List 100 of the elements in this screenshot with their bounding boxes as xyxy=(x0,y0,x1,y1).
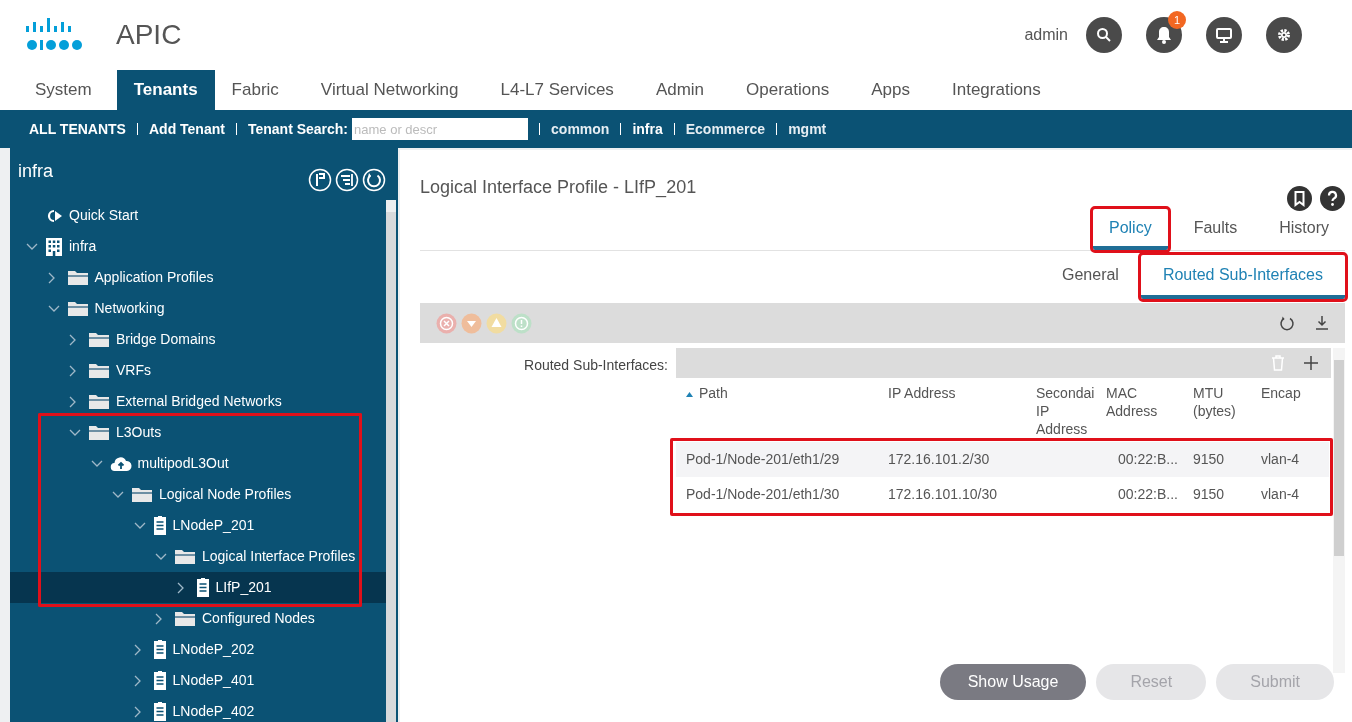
tree-item[interactable]: Application Profiles xyxy=(10,262,386,293)
document-icon xyxy=(195,577,210,598)
nav-tab[interactable]: L4-L7 Services xyxy=(483,70,631,110)
scrollbar[interactable] xyxy=(1333,348,1345,673)
notifications-button[interactable] xyxy=(1146,17,1182,53)
table-cell-text: 172.16.101.2/30 xyxy=(887,450,991,469)
chevron-right-icon[interactable] xyxy=(69,395,77,408)
user-name[interactable]: admin xyxy=(1024,23,1068,47)
tree-item[interactable]: multipodL3Out xyxy=(10,448,386,479)
column-header[interactable]: IP Address xyxy=(878,384,1026,442)
field-label: Routed Sub-Interfaces: xyxy=(524,356,668,372)
search-label: Tenant Search: xyxy=(247,119,349,139)
tree-item[interactable]: LNodeP_401 xyxy=(10,665,386,696)
help-icon[interactable] xyxy=(1320,186,1345,211)
chevron-down-icon[interactable] xyxy=(69,428,81,437)
sidebar-title: infra xyxy=(18,160,53,183)
bell-icon xyxy=(1156,26,1172,44)
tree-item[interactable]: Quick Start xyxy=(10,200,386,231)
tree-item[interactable]: infra xyxy=(10,231,386,262)
monitor-button[interactable] xyxy=(1206,17,1242,53)
nav-tab[interactable]: System xyxy=(18,70,109,110)
tab[interactable]: History xyxy=(1263,209,1345,250)
page-title: Logical Interface Profile - LIfP_201 xyxy=(420,176,697,200)
search-icon xyxy=(1096,27,1112,43)
chevron-right-icon[interactable] xyxy=(69,364,77,377)
tenant-link[interactable]: Ecommerce xyxy=(685,118,766,140)
column-header[interactable]: Encap xyxy=(1251,384,1313,442)
tenant-link[interactable]: infra xyxy=(632,118,663,140)
flag-icon[interactable] xyxy=(308,168,332,192)
chevron-down-icon[interactable] xyxy=(26,242,38,251)
chevron-right-icon[interactable] xyxy=(155,612,163,625)
settings-button[interactable] xyxy=(1266,17,1302,53)
tenant-link[interactable]: mgmt xyxy=(788,118,827,140)
chevron-down-icon[interactable] xyxy=(90,459,103,468)
tree-item[interactable]: Configured Nodes xyxy=(10,603,386,634)
chevron-right-icon[interactable] xyxy=(176,581,185,594)
monitor-icon xyxy=(1216,27,1232,43)
tree-item[interactable]: Bridge Domains xyxy=(10,324,386,355)
table-cell-text: 00:22:B... xyxy=(1117,485,1179,504)
settings-icon xyxy=(1276,27,1292,43)
nav-tab[interactable]: Integrations xyxy=(935,70,1058,110)
tenant-link[interactable]: ALL TENANTS xyxy=(29,118,126,140)
chevron-down-icon[interactable] xyxy=(112,490,124,499)
folder-icon xyxy=(131,486,153,503)
nav-tab[interactable]: Apps xyxy=(854,70,927,110)
list-icon[interactable] xyxy=(335,168,359,192)
chevron-down-icon[interactable] xyxy=(47,304,60,313)
chevron-right-icon[interactable] xyxy=(133,705,142,718)
bookmark-icon[interactable] xyxy=(1287,186,1312,211)
column-header[interactable]: Secondai IP Address xyxy=(1026,384,1096,442)
column-header[interactable]: Path xyxy=(676,384,878,442)
nav-tab[interactable]: Tenants xyxy=(116,70,215,110)
column-header-label: Path xyxy=(699,385,728,401)
search-button[interactable] xyxy=(1086,17,1122,53)
tenant-link[interactable]: common xyxy=(551,118,610,140)
table-cell-text: vlan-4 xyxy=(1260,450,1301,469)
nav-tab[interactable]: Fabric xyxy=(214,70,296,110)
chevron-right-icon[interactable] xyxy=(133,643,142,656)
play-icon xyxy=(45,207,63,224)
refresh-icon[interactable] xyxy=(362,168,386,192)
nav-tab[interactable]: Operations xyxy=(729,70,847,110)
notification-badge: 1 xyxy=(1168,11,1186,29)
building-icon xyxy=(45,236,63,257)
tree-item[interactable]: LNodeP_402 xyxy=(10,696,386,722)
tab[interactable]: General xyxy=(1040,255,1141,299)
tree-item[interactable]: LNodeP_202 xyxy=(10,634,386,665)
chevron-down-icon[interactable] xyxy=(133,521,146,530)
tree-item[interactable]: VRFs xyxy=(10,355,386,386)
chevron-right-icon[interactable] xyxy=(69,333,77,346)
folder-icon xyxy=(66,300,89,317)
folder-icon xyxy=(174,610,196,627)
add-icon[interactable] xyxy=(1303,355,1319,371)
column-header[interactable]: MAC Address xyxy=(1096,384,1183,442)
action-button[interactable]: Show Usage xyxy=(939,664,1087,700)
tenant-link[interactable]: Add Tenant xyxy=(148,118,225,140)
folder-icon xyxy=(88,362,110,379)
tree-item[interactable]: Networking xyxy=(10,293,386,324)
nav-tab[interactable]: Virtual Networking xyxy=(303,70,476,110)
tab[interactable]: Faults xyxy=(1177,209,1254,250)
folder-icon xyxy=(88,393,110,410)
tree-item[interactable]: Logical Node Profiles xyxy=(10,479,386,510)
folder-icon xyxy=(88,424,110,441)
column-header[interactable]: MTU (bytes) xyxy=(1183,384,1251,442)
refresh-icon[interactable] xyxy=(1279,315,1295,331)
tab[interactable]: Routed Sub-Interfaces xyxy=(1140,255,1345,299)
search-field[interactable]: name or descr xyxy=(352,118,529,140)
document-icon xyxy=(152,670,167,691)
sort-ascending-icon[interactable] xyxy=(686,391,693,397)
folder-icon xyxy=(174,548,196,565)
chevron-down-icon[interactable] xyxy=(155,552,167,561)
tree-item[interactable]: LNodeP_201 xyxy=(10,510,386,541)
scrollbar[interactable] xyxy=(386,200,396,722)
chevron-right-icon[interactable] xyxy=(47,271,56,284)
tab[interactable]: Policy xyxy=(1092,209,1168,250)
folder-icon xyxy=(66,269,89,286)
chevron-right-icon[interactable] xyxy=(133,674,142,687)
download-icon[interactable] xyxy=(1315,315,1329,331)
table-cell-text: Pod-1/Node-201/eth1/30 xyxy=(685,485,841,504)
tree-item[interactable]: External Bridged Networks xyxy=(10,386,386,417)
nav-tab[interactable]: Admin xyxy=(638,70,722,110)
